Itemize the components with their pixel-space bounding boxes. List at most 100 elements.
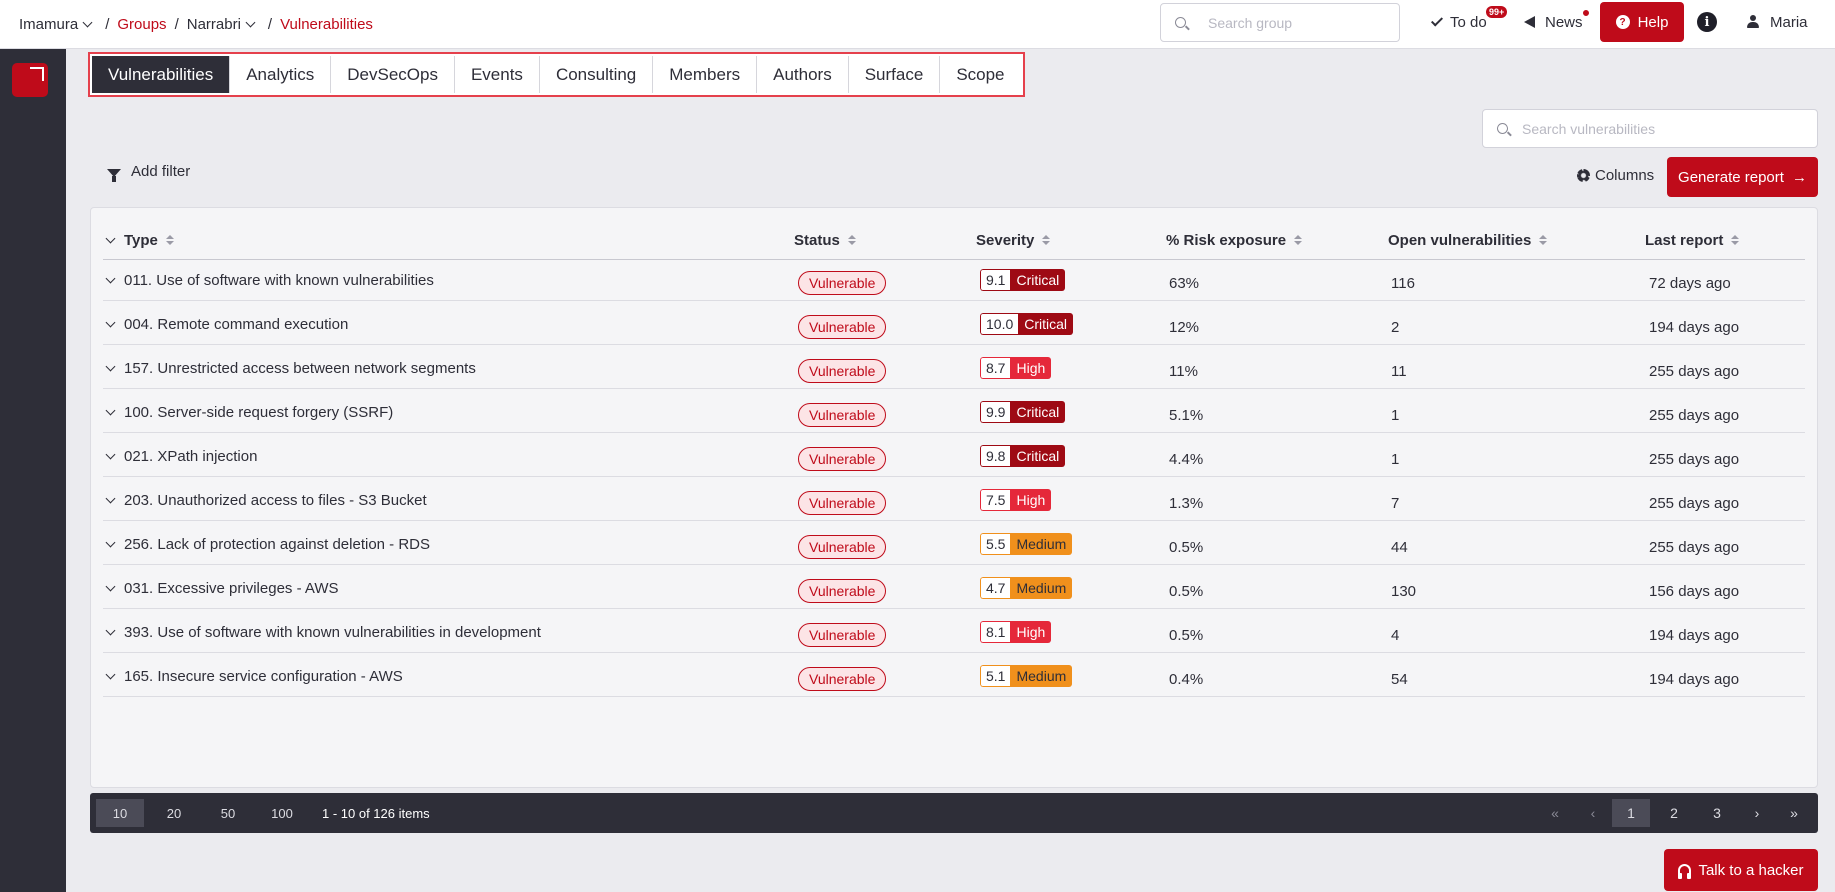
tab-vulnerabilities[interactable]: Vulnerabilities — [92, 56, 231, 93]
group-search-input[interactable] — [1208, 14, 1399, 31]
first-page-button[interactable]: « — [1536, 799, 1574, 827]
severity-label: High — [1010, 621, 1052, 643]
tab-members[interactable]: Members — [653, 56, 758, 93]
severity-score: 8.7 — [980, 357, 1011, 379]
column-header-label: Type — [124, 231, 158, 249]
vulnerability-type[interactable]: 011. Use of software with known vulnerab… — [124, 272, 434, 289]
tab-authors[interactable]: Authors — [757, 56, 849, 93]
table-row[interactable]: 157. Unrestricted access between network… — [103, 345, 1805, 389]
severity-badge: 4.7 Medium — [980, 577, 1073, 599]
group-search[interactable] — [1160, 3, 1400, 42]
severity-label: Medium — [1010, 577, 1073, 599]
arrow-right-icon: → — [1791, 168, 1807, 186]
table-row[interactable]: 004. Remote command execution Vulnerable 1… — [103, 301, 1805, 345]
tab-scope[interactable]: Scope — [940, 56, 1020, 93]
breadcrumb-separator: / — [267, 15, 273, 33]
vulnerability-type[interactable]: 256. Lack of protection against deletion… — [124, 536, 430, 553]
sort-icon[interactable] — [1042, 235, 1051, 245]
breadcrumb-separator: / — [105, 15, 110, 33]
generate-report-label: Generate report — [1678, 168, 1784, 186]
column-header-open-vulnerabilities[interactable]: Open vulnerabilities — [1388, 220, 1548, 260]
page-size-20[interactable]: 20 — [150, 799, 198, 827]
app-logo[interactable] — [12, 63, 48, 97]
column-header-last-report[interactable]: Last report — [1645, 220, 1740, 260]
breadcrumb: Imamura / Groups / Narrabri / Vulnerabil… — [19, 16, 373, 33]
vulnerability-type[interactable]: 031. Excessive privileges - AWS — [124, 580, 339, 597]
chevron-down-icon[interactable] — [105, 493, 116, 503]
tab-surface[interactable]: Surface — [849, 56, 941, 93]
vulnerability-type[interactable]: 203. Unauthorized access to files - S3 B… — [124, 492, 427, 509]
vulnerability-type[interactable]: 165. Insecure service configuration - AW… — [124, 668, 403, 685]
page-1[interactable]: 1 — [1612, 799, 1650, 827]
chevron-down-icon[interactable] — [105, 625, 116, 635]
table-row[interactable]: 165. Insecure service configuration - AW… — [103, 653, 1805, 697]
page-2[interactable]: 2 — [1655, 799, 1693, 827]
news-button[interactable]: News — [1524, 0, 1590, 44]
tab-events[interactable]: Events — [455, 56, 540, 93]
chevron-down-icon[interactable] — [105, 449, 116, 459]
page-size-50[interactable]: 50 — [204, 799, 252, 827]
table-row[interactable]: 011. Use of software with known vulnerab… — [103, 257, 1805, 301]
cell-severity: 5.1 Medium — [980, 653, 1073, 705]
column-header-status[interactable]: Status — [794, 220, 856, 260]
table-row[interactable]: 100. Server-side request forgery (SSRF) V… — [103, 389, 1805, 433]
vulnerability-search-input[interactable] — [1522, 120, 1817, 137]
page-3[interactable]: 3 — [1698, 799, 1736, 827]
todo-button[interactable]: To do 99+ — [1430, 0, 1508, 44]
chevron-down-icon[interactable] — [105, 581, 116, 591]
column-header-severity[interactable]: Severity — [976, 220, 1051, 260]
page-size-10[interactable]: 10 — [96, 799, 144, 827]
table-row[interactable]: 256. Lack of protection against deletion… — [103, 521, 1805, 565]
sort-icon[interactable] — [1731, 235, 1740, 245]
breadcrumb-group[interactable]: Narrabri — [187, 16, 260, 33]
table-row[interactable]: 203. Unauthorized access to files - S3 B… — [103, 477, 1805, 521]
chevron-down-icon[interactable] — [105, 361, 116, 371]
breadcrumb-org[interactable]: Imamura — [19, 16, 97, 33]
chevron-down-icon[interactable] — [105, 317, 116, 327]
vulnerability-type[interactable]: 004. Remote command execution — [124, 316, 348, 333]
severity-score: 9.1 — [980, 269, 1011, 291]
vulnerability-type[interactable]: 021. XPath injection — [124, 448, 257, 465]
page-size-100[interactable]: 100 — [258, 799, 306, 827]
vulnerabilities-table: Type Status Severity % Risk exposure Ope… — [90, 207, 1818, 788]
chevron-down-icon[interactable] — [105, 537, 116, 547]
breadcrumb-groups[interactable]: Groups — [117, 16, 166, 33]
talk-to-hacker-button[interactable]: Talk to a hacker — [1664, 849, 1818, 891]
table-row[interactable]: 393. Use of software with known vulnerab… — [103, 609, 1805, 653]
chevron-down-icon[interactable] — [105, 233, 116, 243]
chevron-down-icon[interactable] — [105, 405, 116, 415]
breadcrumb-current[interactable]: Vulnerabilities — [280, 16, 373, 33]
column-header-risk-exposure[interactable]: % Risk exposure — [1166, 220, 1303, 260]
prev-page-button[interactable]: ‹ — [1574, 799, 1612, 827]
severity-label: High — [1010, 489, 1052, 511]
table-row[interactable]: 031. Excessive privileges - AWS Vulnerabl… — [103, 565, 1805, 609]
vulnerability-type[interactable]: 393. Use of software with known vulnerab… — [124, 624, 541, 641]
sort-icon[interactable] — [1294, 235, 1303, 245]
help-button[interactable]: ? Help — [1600, 2, 1684, 42]
next-page-button[interactable]: › — [1738, 799, 1776, 827]
chevron-down-icon[interactable] — [105, 669, 116, 679]
add-filter-button[interactable]: Add filter — [107, 163, 190, 182]
column-header-label: Severity — [976, 231, 1035, 249]
generate-report-button[interactable]: Generate report → — [1667, 157, 1818, 197]
sort-icon[interactable] — [847, 235, 856, 245]
sort-icon[interactable] — [1539, 235, 1548, 245]
severity-label: Medium — [1010, 665, 1073, 687]
last-page-button[interactable]: » — [1775, 799, 1813, 827]
columns-button[interactable]: Columns — [1577, 167, 1654, 184]
severity-badge: 8.1 High — [980, 621, 1052, 643]
vulnerability-type[interactable]: 100. Server-side request forgery (SSRF) — [124, 404, 393, 421]
user-menu[interactable]: Maria — [1746, 0, 1808, 44]
sort-icon[interactable] — [165, 235, 174, 245]
status-badge: Vulnerable — [798, 447, 887, 471]
tab-analytics[interactable]: Analytics — [230, 56, 332, 93]
severity-badge: 10.0 Critical — [980, 313, 1074, 335]
tab-devsecops[interactable]: DevSecOps — [331, 56, 455, 93]
cell-type[interactable]: 165. Insecure service configuration - AW… — [103, 650, 403, 702]
info-icon[interactable]: i — [1697, 12, 1717, 32]
tab-consulting[interactable]: Consulting — [540, 56, 654, 93]
chevron-down-icon[interactable] — [105, 273, 116, 283]
vulnerability-search[interactable] — [1482, 109, 1818, 148]
table-row[interactable]: 021. XPath injection Vulnerable 9.8 Critica… — [103, 433, 1805, 477]
vulnerability-type[interactable]: 157. Unrestricted access between network… — [124, 360, 476, 377]
